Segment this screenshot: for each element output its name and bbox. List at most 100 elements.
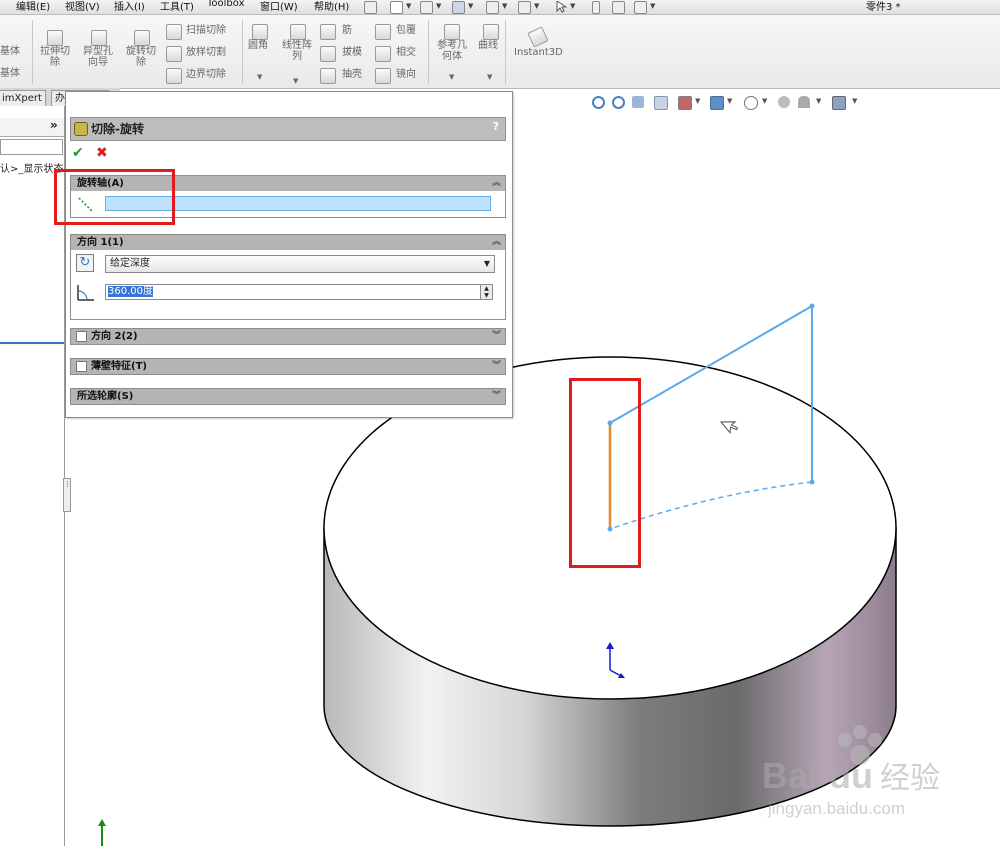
end-condition-select[interactable]: 给定深度 ▼ <box>105 255 495 273</box>
menu-tools[interactable]: 工具(T) <box>160 0 194 13</box>
angle-spinner[interactable]: ▲ ▼ <box>480 284 493 300</box>
direction2-checkbox[interactable] <box>76 331 87 342</box>
shell-button[interactable]: 抽壳 <box>342 69 362 80</box>
expand-down-icon[interactable]: ︾ <box>492 359 501 374</box>
menu-toolbox[interactable]: Toolbox <box>207 0 245 9</box>
pin-icon[interactable] <box>364 1 377 14</box>
new-document-icon[interactable] <box>390 1 403 14</box>
chevron-down-icon[interactable]: ▼ <box>436 2 441 10</box>
ok-button[interactable]: ✔ <box>72 145 84 161</box>
fillet-icon[interactable] <box>252 24 268 40</box>
zoom-area-icon[interactable] <box>612 96 625 109</box>
expand-down-icon[interactable]: ︾ <box>492 329 501 344</box>
extrude-cut-button[interactable]: 拉伸切 除 <box>37 46 73 68</box>
apply-scene-icon[interactable] <box>798 96 810 108</box>
chevron-down-icon[interactable]: ▼ <box>727 97 732 105</box>
chevron-down-icon[interactable]: ▼ <box>816 97 821 105</box>
view-settings-icon[interactable] <box>832 96 846 110</box>
reverse-direction-icon[interactable]: ↻ <box>76 254 94 272</box>
boss-base-label-1[interactable]: 基体 <box>0 46 20 57</box>
reference-geometry-button[interactable]: 参考几 何体 <box>434 40 470 62</box>
menu-view[interactable]: 视图(V) <box>65 0 100 13</box>
hide-show-items-icon[interactable] <box>744 96 758 110</box>
intersect-icon[interactable] <box>375 46 391 62</box>
open-folder-icon[interactable] <box>420 1 433 14</box>
revolve-cut-icon[interactable] <box>134 30 150 46</box>
curves-icon[interactable] <box>483 24 499 40</box>
swept-cut-icon[interactable] <box>166 24 182 40</box>
fillet-button[interactable]: 圆角 <box>248 40 268 51</box>
mirror-button[interactable]: 镜向 <box>396 69 416 80</box>
section-view-icon[interactable] <box>654 96 668 110</box>
thin-feature-section-header[interactable]: 薄壁特征(T) ︾ <box>70 358 506 375</box>
intersect-button[interactable]: 相交 <box>396 47 416 58</box>
filter-input[interactable] <box>0 139 63 155</box>
reference-geometry-icon[interactable] <box>444 24 460 40</box>
menu-insert[interactable]: 插入(I) <box>114 0 145 13</box>
chevron-down-icon[interactable]: ▼ <box>484 256 490 272</box>
chevron-down-icon[interactable]: ▼ <box>695 97 700 105</box>
curves-button[interactable]: 曲线 <box>478 40 498 51</box>
chevron-down-icon[interactable]: ▼ <box>852 97 857 105</box>
hole-wizard-button[interactable]: 异型孔 向导 <box>80 46 116 68</box>
undo-icon[interactable] <box>518 1 531 14</box>
chevron-down-icon[interactable]: ▼ <box>449 73 454 81</box>
menu-help[interactable]: 帮助(H) <box>314 0 349 13</box>
help-icon[interactable]: ? <box>493 120 499 133</box>
selected-contours-section-header[interactable]: 所选轮廓(S) ︾ <box>70 388 506 405</box>
chevron-down-icon[interactable]: ▼ <box>293 77 298 85</box>
loft-cut-icon[interactable] <box>166 46 182 62</box>
edit-appearance-icon[interactable] <box>778 96 790 108</box>
thin-feature-checkbox[interactable] <box>76 361 87 372</box>
revolve-cut-button[interactable]: 旋转切 除 <box>123 46 159 68</box>
extrude-cut-icon[interactable] <box>47 30 63 46</box>
rebuild-icon[interactable] <box>592 1 600 14</box>
save-icon[interactable] <box>452 1 465 14</box>
draft-icon[interactable] <box>320 46 336 62</box>
chevron-down-icon[interactable]: ▼ <box>762 97 767 105</box>
print-icon[interactable] <box>486 1 499 14</box>
expand-down-icon[interactable]: ︾ <box>492 389 501 404</box>
mirror-icon[interactable] <box>375 68 391 84</box>
rib-icon[interactable] <box>320 24 336 40</box>
rib-button[interactable]: 筋 <box>342 25 352 36</box>
chevron-down-icon[interactable]: ▼ <box>257 73 262 81</box>
collapse-up-icon[interactable]: ︽ <box>492 176 501 191</box>
wrap-button[interactable]: 包覆 <box>396 25 416 36</box>
chevron-down-icon[interactable]: ▼ <box>650 2 655 10</box>
swept-cut-button[interactable]: 扫描切除 <box>186 25 226 36</box>
options-icon[interactable] <box>634 1 647 14</box>
display-style-icon[interactable] <box>710 96 724 110</box>
linear-pattern-icon[interactable] <box>290 24 306 40</box>
chevron-down-icon[interactable]: ▼ <box>502 2 507 10</box>
chevron-down-icon[interactable]: ▼ <box>406 2 411 10</box>
chevron-down-icon[interactable]: ▼ <box>534 2 539 10</box>
boundary-cut-icon[interactable] <box>166 68 182 84</box>
view-orientation-icon[interactable] <box>678 96 692 110</box>
chevron-down-icon[interactable]: ▼ <box>487 73 492 81</box>
tab-simxpert[interactable]: imXpert <box>0 90 46 106</box>
linear-pattern-button[interactable]: 线性阵 列 <box>279 40 315 62</box>
hole-wizard-icon[interactable] <box>91 30 107 46</box>
file-properties-icon[interactable] <box>612 1 625 14</box>
wrap-icon[interactable] <box>375 24 391 40</box>
collapse-up-icon[interactable]: ︽ <box>492 235 501 250</box>
draft-button[interactable]: 拔模 <box>342 47 362 58</box>
direction2-section-header[interactable]: 方向 2(2) ︾ <box>70 328 506 345</box>
shell-icon[interactable] <box>320 68 336 84</box>
menu-edit[interactable]: 编辑(E) <box>16 0 50 13</box>
boss-base-label-2[interactable]: 基体 <box>0 68 20 79</box>
instant3d-button[interactable]: Instant3D <box>514 47 563 58</box>
direction1-section-header[interactable]: 方向 1(1) ︽ <box>70 234 506 251</box>
boundary-cut-button[interactable]: 边界切除 <box>186 69 226 80</box>
cancel-button[interactable]: ✖ <box>96 145 108 161</box>
previous-view-icon[interactable] <box>632 96 644 108</box>
expand-icon[interactable]: » <box>50 118 58 132</box>
chevron-down-icon[interactable]: ▼ <box>570 2 575 10</box>
select-cursor-icon[interactable] <box>556 0 568 13</box>
angle-input[interactable]: 360.00度 <box>105 284 481 300</box>
zoom-to-fit-icon[interactable] <box>592 96 605 109</box>
instant3d-icon[interactable] <box>527 26 549 48</box>
chevron-down-icon[interactable]: ▼ <box>468 2 473 10</box>
loft-cut-button[interactable]: 放样切割 <box>186 47 226 58</box>
